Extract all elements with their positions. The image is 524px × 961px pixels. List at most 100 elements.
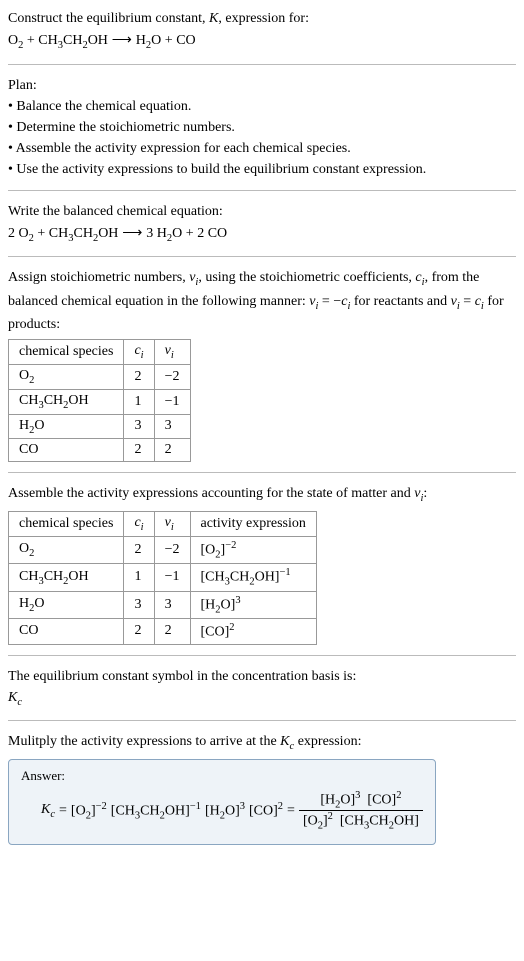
cell-species: O2 (9, 364, 124, 389)
cell-species: H2O (9, 414, 124, 439)
kc-text: The equilibrium constant symbol in the c… (8, 666, 516, 687)
species-o2: O2 (8, 33, 23, 48)
kc-lhs: Kc (41, 802, 55, 820)
cell-nui: 3 (154, 414, 190, 439)
multiply-text: Mulitply the activity expressions to arr… (8, 731, 516, 755)
cell-nui: 2 (154, 619, 190, 645)
table-row: O2 2 −2 (9, 364, 191, 389)
divider (8, 720, 516, 721)
term-co: [CO]2 (249, 801, 283, 820)
cell-species: CO (9, 439, 124, 462)
cell-ci: 2 (124, 619, 154, 645)
species-h2o: H2O (157, 226, 183, 241)
reaction-arrow: ⟶ (108, 31, 136, 47)
cell-ci: 1 (124, 564, 154, 591)
divider (8, 64, 516, 65)
species-ethanol: CH3CH2OH (49, 226, 119, 241)
cell-nui: −1 (154, 564, 190, 591)
intro-line1: Construct the equilibrium constant, K, e… (8, 8, 516, 29)
species-ethanol: CH3CH2OH (38, 33, 108, 48)
balanced-block: Write the balanced chemical equation: 2 … (8, 201, 516, 247)
intro-suffix: , expression for: (218, 11, 309, 26)
answer-equation: Kc = [O2]−2 [CH3CH2OH]−1 [H2O]3 [CO]2 = … (21, 790, 423, 832)
table-header-row: chemical species ci νi (9, 340, 191, 365)
kc-symbol: Kc (8, 687, 516, 711)
cell-nui: 2 (154, 439, 190, 462)
equals: = (59, 803, 67, 819)
intro-block: Construct the equilibrium constant, K, e… (8, 8, 516, 54)
cell-species: O2 (9, 536, 124, 563)
table-row: H2O 3 3 (9, 414, 191, 439)
fraction-numerator: [H2O]3 [CO]2 (299, 790, 423, 811)
cell-activity: [H2O]3 (190, 591, 316, 618)
multiply-block: Mulitply the activity expressions to arr… (8, 731, 516, 844)
table-row: H2O 3 3 [H2O]3 (9, 591, 317, 618)
equals: = (287, 803, 295, 819)
col-species: chemical species (9, 340, 124, 365)
cell-nui: 3 (154, 591, 190, 618)
term-h2o: [H2O]3 (205, 801, 245, 821)
divider (8, 655, 516, 656)
activity-block: Assemble the activity expressions accoun… (8, 483, 516, 644)
table-row: CO 2 2 [CO]2 (9, 619, 317, 645)
cell-species: CO (9, 619, 124, 645)
species-co: CO (208, 226, 227, 241)
cell-nui: −1 (154, 389, 190, 414)
col-activity: activity expression (190, 511, 316, 536)
table-row: CH3CH2OH 1 −1 (9, 389, 191, 414)
cell-ci: 3 (124, 414, 154, 439)
table-row: CO 2 2 (9, 439, 191, 462)
kc-fraction: [H2O]3 [CO]2 [O2]2 [CH3CH2OH] (299, 790, 423, 832)
assign-text: Assign stoichiometric numbers, νi, using… (8, 267, 516, 335)
term-o2: [O2]−2 (71, 801, 107, 821)
cell-ci: 2 (124, 364, 154, 389)
species-o2: O2 (19, 226, 34, 241)
reaction-arrow: ⟶ (118, 224, 146, 240)
species-co: CO (176, 33, 195, 48)
col-nui: νi (154, 340, 190, 365)
stoich-table: chemical species ci νi O2 2 −2 CH3CH2OH … (8, 339, 191, 462)
activity-table: chemical species ci νi activity expressi… (8, 511, 317, 645)
table-header-row: chemical species ci νi activity expressi… (9, 511, 317, 536)
cell-ci: 2 (124, 536, 154, 563)
balanced-equation: 2 O2 + CH3CH2OH ⟶ 3 H2O + 2 CO (8, 222, 516, 247)
cell-nui: −2 (154, 536, 190, 563)
activity-text: Assemble the activity expressions accoun… (8, 483, 516, 507)
cell-ci: 3 (124, 591, 154, 618)
cell-activity: [CH3CH2OH]−1 (190, 564, 316, 591)
cell-activity: [CO]2 (190, 619, 316, 645)
cell-species: CH3CH2OH (9, 564, 124, 591)
species-h2o: H2O (136, 33, 162, 48)
cell-species: H2O (9, 591, 124, 618)
cell-ci: 2 (124, 439, 154, 462)
cell-activity: [O2]−2 (190, 536, 316, 563)
table-row: O2 2 −2 [O2]−2 (9, 536, 317, 563)
plan-title: Plan: (8, 75, 516, 96)
fraction-denominator: [O2]2 [CH3CH2OH] (299, 811, 423, 831)
cell-nui: −2 (154, 364, 190, 389)
intro-K: K (209, 11, 218, 26)
table-row: CH3CH2OH 1 −1 [CH3CH2OH]−1 (9, 564, 317, 591)
divider (8, 190, 516, 191)
assign-block: Assign stoichiometric numbers, νi, using… (8, 267, 516, 462)
balanced-title: Write the balanced chemical equation: (8, 201, 516, 222)
cell-species: CH3CH2OH (9, 389, 124, 414)
col-species: chemical species (9, 511, 124, 536)
answer-box: Answer: Kc = [O2]−2 [CH3CH2OH]−1 [H2O]3 … (8, 759, 436, 845)
intro-text: Construct the equilibrium constant, (8, 11, 209, 26)
divider (8, 472, 516, 473)
col-ci: ci (124, 511, 154, 536)
plan-bullet: • Balance the chemical equation. (8, 96, 516, 117)
cell-ci: 1 (124, 389, 154, 414)
plan-bullet: • Use the activity expressions to build … (8, 159, 516, 180)
plan-bullet: • Assemble the activity expression for e… (8, 138, 516, 159)
divider (8, 256, 516, 257)
plan-bullet: • Determine the stoichiometric numbers. (8, 117, 516, 138)
plan-block: Plan: • Balance the chemical equation. •… (8, 75, 516, 180)
col-nui: νi (154, 511, 190, 536)
term-ethanol: [CH3CH2OH]−1 (111, 801, 201, 821)
unbalanced-equation: O2 + CH3CH2OH ⟶ H2O + CO (8, 29, 516, 54)
answer-label: Answer: (21, 768, 423, 784)
col-ci: ci (124, 340, 154, 365)
kc-symbol-block: The equilibrium constant symbol in the c… (8, 666, 516, 711)
